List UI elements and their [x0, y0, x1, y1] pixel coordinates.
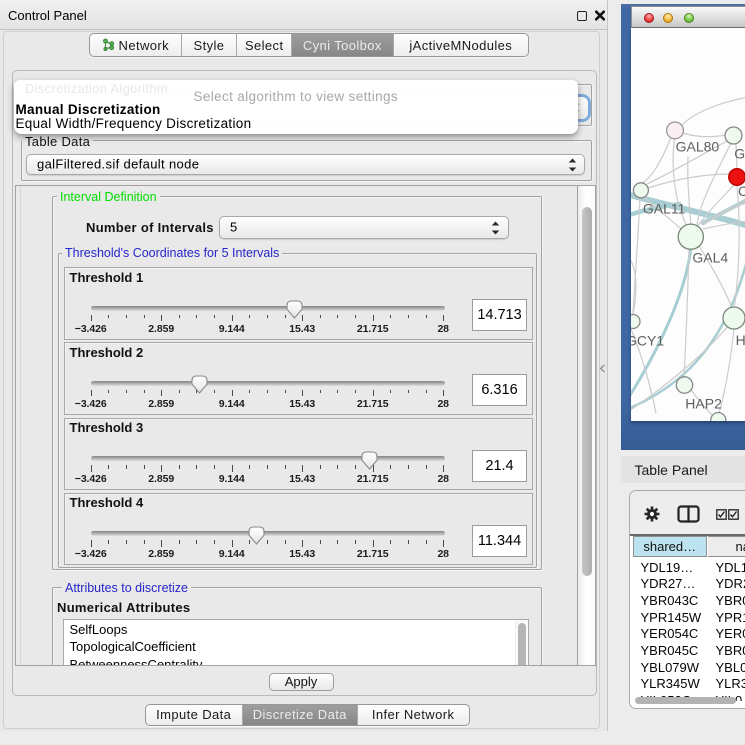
svg-text:HAP2: HAP2 — [685, 395, 722, 411]
svg-text:GAL80: GAL80 — [676, 138, 720, 154]
svg-text:C: C — [738, 183, 745, 199]
svg-text:GAL4: GAL4 — [692, 249, 728, 265]
svg-text:GA: GA — [734, 145, 745, 161]
svg-text:GCY1: GCY1 — [631, 332, 664, 348]
svg-text:H: H — [736, 332, 745, 348]
svg-text:GAL11: GAL11 — [643, 200, 686, 216]
